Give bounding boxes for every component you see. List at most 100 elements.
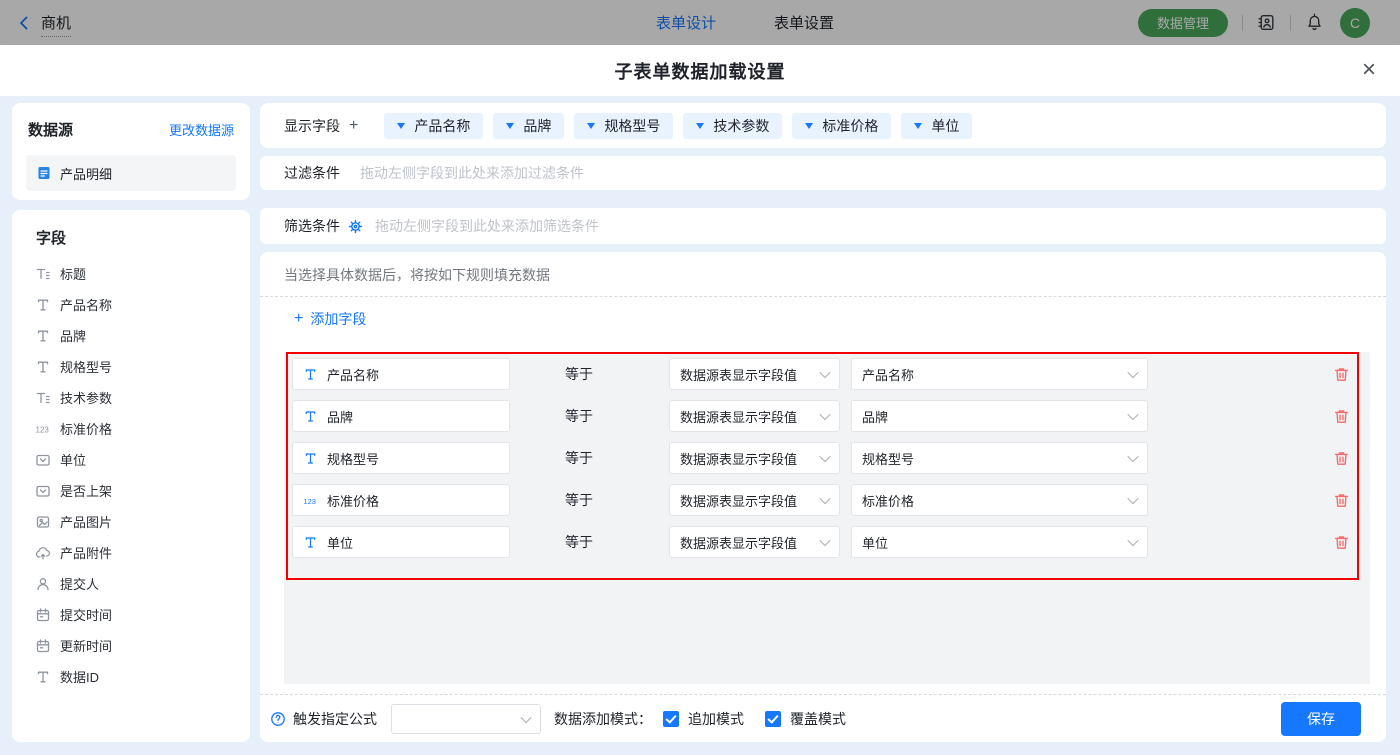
rule-operator: 等于 — [565, 406, 595, 426]
plus-icon: + — [294, 310, 303, 328]
display-field-tag[interactable]: 规格型号 — [574, 113, 673, 139]
field-list-item[interactable]: 数据ID — [24, 661, 238, 692]
help-circle-icon[interactable] — [270, 711, 286, 727]
field-label: 产品附件 — [60, 543, 112, 562]
filter-drop-placeholder: 拖动左侧字段到此处来添加过滤条件 — [360, 163, 584, 183]
close-icon[interactable]: × — [1362, 57, 1376, 83]
field-list-item[interactable]: 是否上架 — [24, 475, 238, 506]
rule-source-value: 数据源表显示字段值 — [680, 533, 797, 552]
rule-field-box[interactable]: 品牌 — [292, 400, 510, 432]
rule-field-label: 规格型号 — [327, 449, 379, 468]
filter-condition-label: 过滤条件 — [284, 163, 340, 183]
datasource-item-label: 产品明细 — [60, 164, 112, 183]
rule-field-box[interactable]: 单位 — [292, 526, 510, 558]
delete-rule-trash-icon[interactable] — [1333, 450, 1350, 467]
display-field-tag[interactable]: 品牌 — [493, 113, 564, 139]
field-type-icon: 123 — [303, 493, 318, 508]
rule-field-box[interactable]: 规格型号 — [292, 442, 510, 474]
gear-icon[interactable] — [348, 219, 363, 234]
rule-field-box[interactable]: 产品名称 — [292, 358, 510, 390]
field-list-item[interactable]: 标题 — [24, 258, 238, 289]
screen-condition-card[interactable]: 筛选条件 拖动左侧字段到此处来添加筛选条件 — [260, 208, 1386, 244]
rule-operator: 等于 — [565, 448, 595, 468]
add-display-field-button[interactable]: + — [349, 117, 358, 135]
field-list-item[interactable]: 产品名称 — [24, 289, 238, 320]
field-list-item[interactable]: 更新时间 — [24, 630, 238, 661]
rule-source-select[interactable]: 数据源表显示字段值 — [669, 358, 840, 390]
chevron-down-icon — [819, 493, 830, 504]
rule-source-select[interactable]: 数据源表显示字段值 — [669, 484, 840, 516]
rule-row: 单位 等于 数据源表显示字段值 单位 — [292, 526, 1370, 558]
display-field-tag[interactable]: 单位 — [901, 113, 972, 139]
display-fields-label: 显示字段 — [284, 116, 340, 136]
field-type-icon — [35, 669, 51, 685]
field-type-icon — [35, 607, 51, 623]
checkbox[interactable] — [765, 711, 781, 727]
field-type-icon — [35, 328, 51, 344]
delete-rule-trash-icon[interactable] — [1333, 534, 1350, 551]
rule-field-box[interactable]: 123 标准价格 — [292, 484, 510, 516]
delete-rule-trash-icon[interactable] — [1333, 492, 1350, 509]
chevron-down-icon — [1127, 493, 1138, 504]
rule-source-select[interactable]: 数据源表显示字段值 — [669, 526, 840, 558]
mode-checkbox-option[interactable]: 覆盖模式 — [765, 709, 846, 729]
datasource-item[interactable]: 产品明细 — [26, 155, 236, 191]
field-list-item[interactable]: 产品附件 — [24, 537, 238, 568]
mode-checkbox-option[interactable]: 追加模式 — [663, 709, 744, 729]
rule-target-select[interactable]: 规格型号 — [851, 442, 1148, 474]
rule-target-select[interactable]: 品牌 — [851, 400, 1148, 432]
field-list-item[interactable]: 产品图片 — [24, 506, 238, 537]
rule-target-select[interactable]: 产品名称 — [851, 358, 1148, 390]
dropdown-triangle-icon — [587, 123, 595, 129]
chevron-down-icon — [1127, 367, 1138, 378]
field-type-icon — [35, 359, 51, 375]
fill-rules-card: 当选择具体数据后，将按如下规则填充数据 + 添加字段 产品名称 — [260, 252, 1386, 742]
screen-condition-label: 筛选条件 — [284, 216, 340, 236]
rule-field-label: 单位 — [327, 533, 353, 552]
field-label: 品牌 — [60, 326, 86, 345]
field-label: 更新时间 — [60, 636, 112, 655]
page: 商机 表单设计 表单设置 数据管理 C 子表单数据加载设置 × 数据源 — [0, 0, 1400, 755]
field-type-icon — [35, 545, 51, 561]
field-list-item[interactable]: 提交人 — [24, 568, 238, 599]
delete-rule-trash-icon[interactable] — [1333, 366, 1350, 383]
field-type-icon: 123 — [35, 421, 51, 437]
chevron-down-icon — [1127, 535, 1138, 546]
rule-target-select[interactable]: 标准价格 — [851, 484, 1148, 516]
field-list-item[interactable]: 规格型号 — [24, 351, 238, 382]
save-button[interactable]: 保存 — [1281, 702, 1361, 736]
rule-target-value: 品牌 — [862, 407, 888, 426]
formula-select[interactable] — [391, 704, 541, 734]
change-datasource-link[interactable]: 更改数据源 — [169, 120, 234, 139]
rule-target-value: 单位 — [862, 533, 888, 552]
add-field-button[interactable]: + 添加字段 — [294, 309, 366, 329]
field-type-icon — [303, 535, 318, 550]
rule-row: 品牌 等于 数据源表显示字段值 品牌 — [292, 400, 1370, 432]
tag-label: 单位 — [931, 116, 959, 136]
rule-source-select[interactable]: 数据源表显示字段值 — [669, 400, 840, 432]
chevron-down-icon — [819, 409, 830, 420]
rule-source-select[interactable]: 数据源表显示字段值 — [669, 442, 840, 474]
field-list-item[interactable]: 123 标准价格 — [24, 413, 238, 444]
field-list-item[interactable]: 品牌 — [24, 320, 238, 351]
modal-dim-overlay — [0, 0, 1400, 45]
display-field-tag[interactable]: 产品名称 — [384, 113, 483, 139]
field-list-item[interactable]: 提交时间 — [24, 599, 238, 630]
checkbox[interactable] — [663, 711, 679, 727]
delete-rule-trash-icon[interactable] — [1333, 408, 1350, 425]
display-field-tag[interactable]: 技术参数 — [683, 113, 782, 139]
tag-label: 技术参数 — [713, 116, 769, 136]
rule-target-value: 规格型号 — [862, 449, 914, 468]
datasource-title: 数据源 — [28, 119, 73, 140]
chevron-down-icon — [819, 367, 830, 378]
filter-condition-card[interactable]: 过滤条件 拖动左侧字段到此处来添加过滤条件 — [260, 156, 1386, 190]
rule-target-select[interactable]: 单位 — [851, 526, 1148, 558]
display-field-tag[interactable]: 标准价格 — [792, 113, 891, 139]
rule-source-value: 数据源表显示字段值 — [680, 407, 797, 426]
field-list-item[interactable]: 单位 — [24, 444, 238, 475]
modal-header: 子表单数据加载设置 × — [0, 45, 1400, 96]
rule-operator: 等于 — [565, 490, 595, 510]
field-label: 规格型号 — [60, 357, 112, 376]
field-list-item[interactable]: 技术参数 — [24, 382, 238, 413]
field-type-icon — [35, 576, 51, 592]
